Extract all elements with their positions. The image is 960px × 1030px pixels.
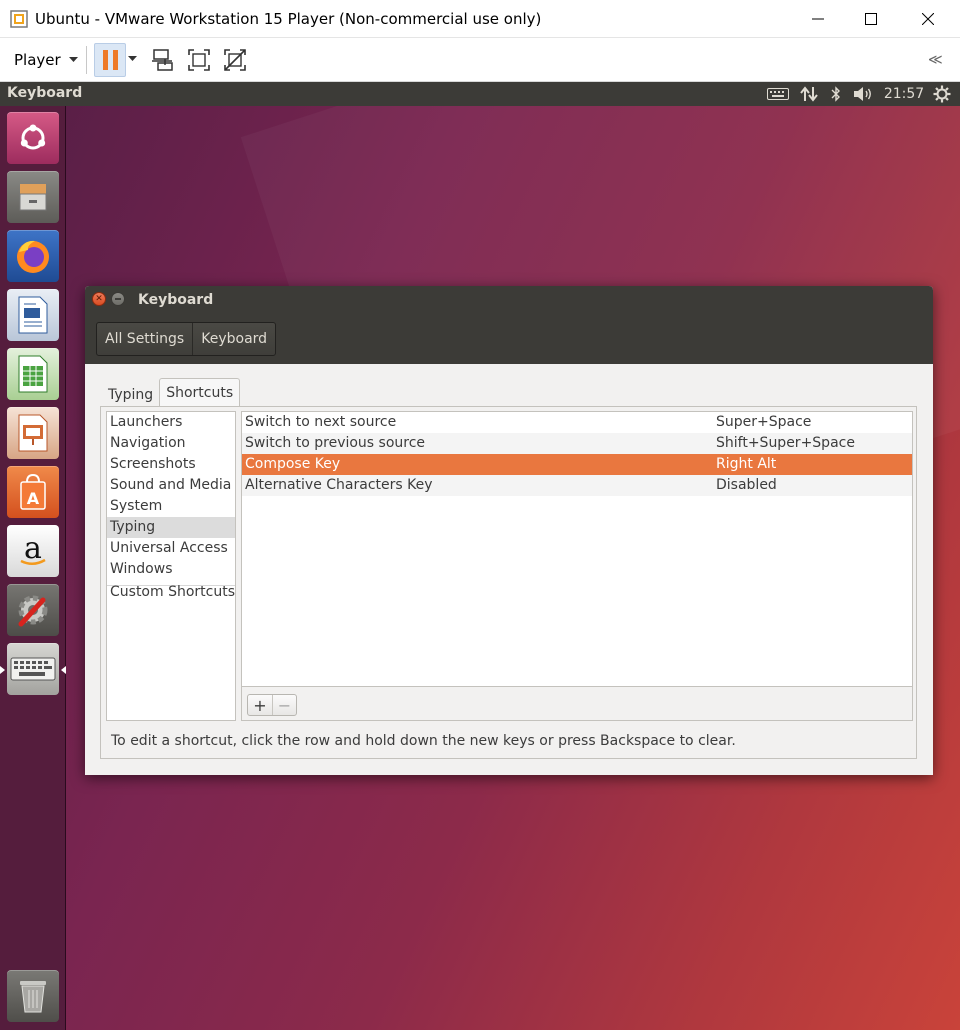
svg-text:A: A	[27, 489, 40, 508]
amazon-icon: a	[20, 533, 46, 566]
tab-typing[interactable]: Typing	[102, 382, 159, 408]
shortcut-row-selected[interactable]: Compose Key Right Alt	[242, 454, 912, 475]
close-icon: ✕	[95, 294, 103, 304]
shortcut-name: Switch to next source	[245, 414, 397, 430]
shortcuts-tab-panel: Launchers Navigation Screenshots Sound a…	[100, 406, 917, 759]
tab-bar: Typing Shortcuts	[102, 378, 241, 410]
player-menu-button[interactable]: Player	[6, 46, 86, 74]
player-menu-label: Player	[14, 51, 61, 69]
ubuntu-dash-button[interactable]	[7, 112, 59, 164]
shortcut-name: Switch to previous source	[245, 435, 426, 451]
minimize-button[interactable]	[795, 0, 841, 38]
maximize-button[interactable]	[848, 0, 894, 38]
shopping-bag-icon: A	[20, 473, 46, 510]
firefox-launcher[interactable]	[7, 230, 59, 282]
running-app-indicator	[0, 666, 5, 674]
keyboard-settings-launcher[interactable]	[7, 643, 59, 695]
volume-indicator-icon[interactable]	[851, 85, 875, 103]
collapse-toolbar-button[interactable]: ≪	[928, 52, 943, 68]
files-launcher[interactable]	[7, 171, 59, 223]
remove-shortcut-button[interactable]: −	[272, 695, 296, 715]
toolbar-separator	[86, 46, 87, 74]
fullscreen-icon[interactable]	[186, 47, 212, 73]
category-screenshots[interactable]: Screenshots	[107, 454, 235, 475]
minimize-icon	[115, 298, 121, 300]
svg-text:a: a	[24, 533, 42, 566]
trash-launcher[interactable]	[7, 970, 59, 1022]
category-launchers[interactable]: Launchers	[107, 412, 235, 433]
breadcrumb: All Settings Keyboard	[96, 322, 277, 356]
settings-wrench-icon	[18, 595, 48, 627]
dialog-minimize-button[interactable]	[111, 292, 125, 306]
shortcut-list-frame: Switch to next source Super+Space Switch…	[241, 411, 913, 721]
close-icon	[922, 13, 934, 25]
close-button[interactable]	[905, 0, 951, 38]
chevron-down-icon	[68, 57, 78, 62]
vmware-titlebar: Ubuntu - VMware Workstation 15 Player (N…	[0, 0, 960, 38]
trash-icon	[20, 981, 46, 1013]
keyboard-settings-dialog: ✕ Keyboard All Settings Keyboard Launche…	[85, 286, 933, 775]
writer-document-icon	[18, 296, 48, 334]
vmware-toolbar: Player ≪	[0, 38, 960, 82]
calc-spreadsheet-icon	[18, 355, 48, 393]
shortcut-list: Switch to next source Super+Space Switch…	[242, 412, 912, 687]
maximize-icon	[865, 13, 877, 25]
ubuntu-top-panel: Keyboard 21:57	[0, 82, 960, 106]
dialog-title: Keyboard	[138, 292, 214, 308]
panel-clock[interactable]: 21:57	[884, 85, 924, 103]
tab-shortcuts[interactable]: Shortcuts	[159, 378, 241, 406]
breadcrumb-all-settings[interactable]: All Settings	[97, 323, 194, 355]
category-list: Launchers Navigation Screenshots Sound a…	[106, 411, 236, 721]
file-cabinet-icon	[19, 184, 47, 211]
category-universal-access[interactable]: Universal Access	[107, 538, 235, 559]
shortcut-row[interactable]: Alternative Characters Key Disabled	[242, 475, 912, 496]
libreoffice-impress-launcher[interactable]	[7, 407, 59, 459]
gear-icon[interactable]	[932, 85, 952, 103]
category-custom-shortcuts[interactable]: Custom Shortcuts	[107, 582, 235, 603]
unity-launcher: A a	[0, 106, 66, 1030]
send-ctrl-alt-del-icon[interactable]	[150, 47, 176, 73]
category-system[interactable]: System	[107, 496, 235, 517]
ubuntu-logo-icon	[20, 124, 46, 150]
shortcut-accelerator: Right Alt	[716, 456, 777, 472]
add-shortcut-button[interactable]: +	[248, 695, 272, 715]
edit-shortcut-hint: To edit a shortcut, click the row and ho…	[111, 733, 736, 749]
pause-vm-button[interactable]	[94, 43, 126, 77]
vmware-app-icon	[10, 10, 28, 28]
add-remove-group: + −	[247, 694, 297, 716]
shortcut-accelerator: Super+Space	[716, 414, 812, 430]
libreoffice-writer-launcher[interactable]	[7, 289, 59, 341]
unity-mode-icon[interactable]	[222, 47, 248, 73]
network-indicator-icon[interactable]	[798, 85, 820, 103]
system-settings-launcher[interactable]	[7, 584, 59, 636]
category-windows[interactable]: Windows	[107, 559, 235, 580]
shortcut-name: Compose Key	[245, 456, 341, 472]
bluetooth-indicator-icon[interactable]	[828, 85, 844, 103]
breadcrumb-keyboard[interactable]: Keyboard	[193, 323, 275, 355]
power-options-dropdown[interactable]	[128, 56, 137, 62]
shortcut-accelerator: Disabled	[716, 477, 777, 493]
shortcut-row[interactable]: Switch to previous source Shift+Super+Sp…	[242, 433, 912, 454]
pause-icon	[102, 50, 108, 70]
category-sound-and-media[interactable]: Sound and Media	[107, 475, 235, 496]
vmware-window-title: Ubuntu - VMware Workstation 15 Player (N…	[35, 10, 542, 28]
shortcut-accelerator: Shift+Super+Space	[716, 435, 855, 451]
firefox-icon	[17, 240, 49, 273]
category-navigation[interactable]: Navigation	[107, 433, 235, 454]
shortcut-row[interactable]: Switch to next source Super+Space	[242, 412, 912, 433]
libreoffice-calc-launcher[interactable]	[7, 348, 59, 400]
minimize-icon	[812, 18, 824, 20]
ubuntu-software-launcher[interactable]: A	[7, 466, 59, 518]
amazon-launcher[interactable]: a	[7, 525, 59, 577]
category-typing[interactable]: Typing	[107, 517, 235, 538]
dialog-header: ✕ Keyboard All Settings Keyboard	[85, 286, 933, 364]
dialog-close-button[interactable]: ✕	[92, 292, 106, 306]
focused-app-indicator	[61, 666, 66, 674]
shortcut-name: Alternative Characters Key	[245, 477, 433, 493]
keyboard-icon	[10, 657, 56, 681]
panel-app-title: Keyboard	[7, 85, 83, 101]
keyboard-indicator-icon[interactable]	[766, 85, 790, 103]
impress-presentation-icon	[18, 414, 48, 452]
